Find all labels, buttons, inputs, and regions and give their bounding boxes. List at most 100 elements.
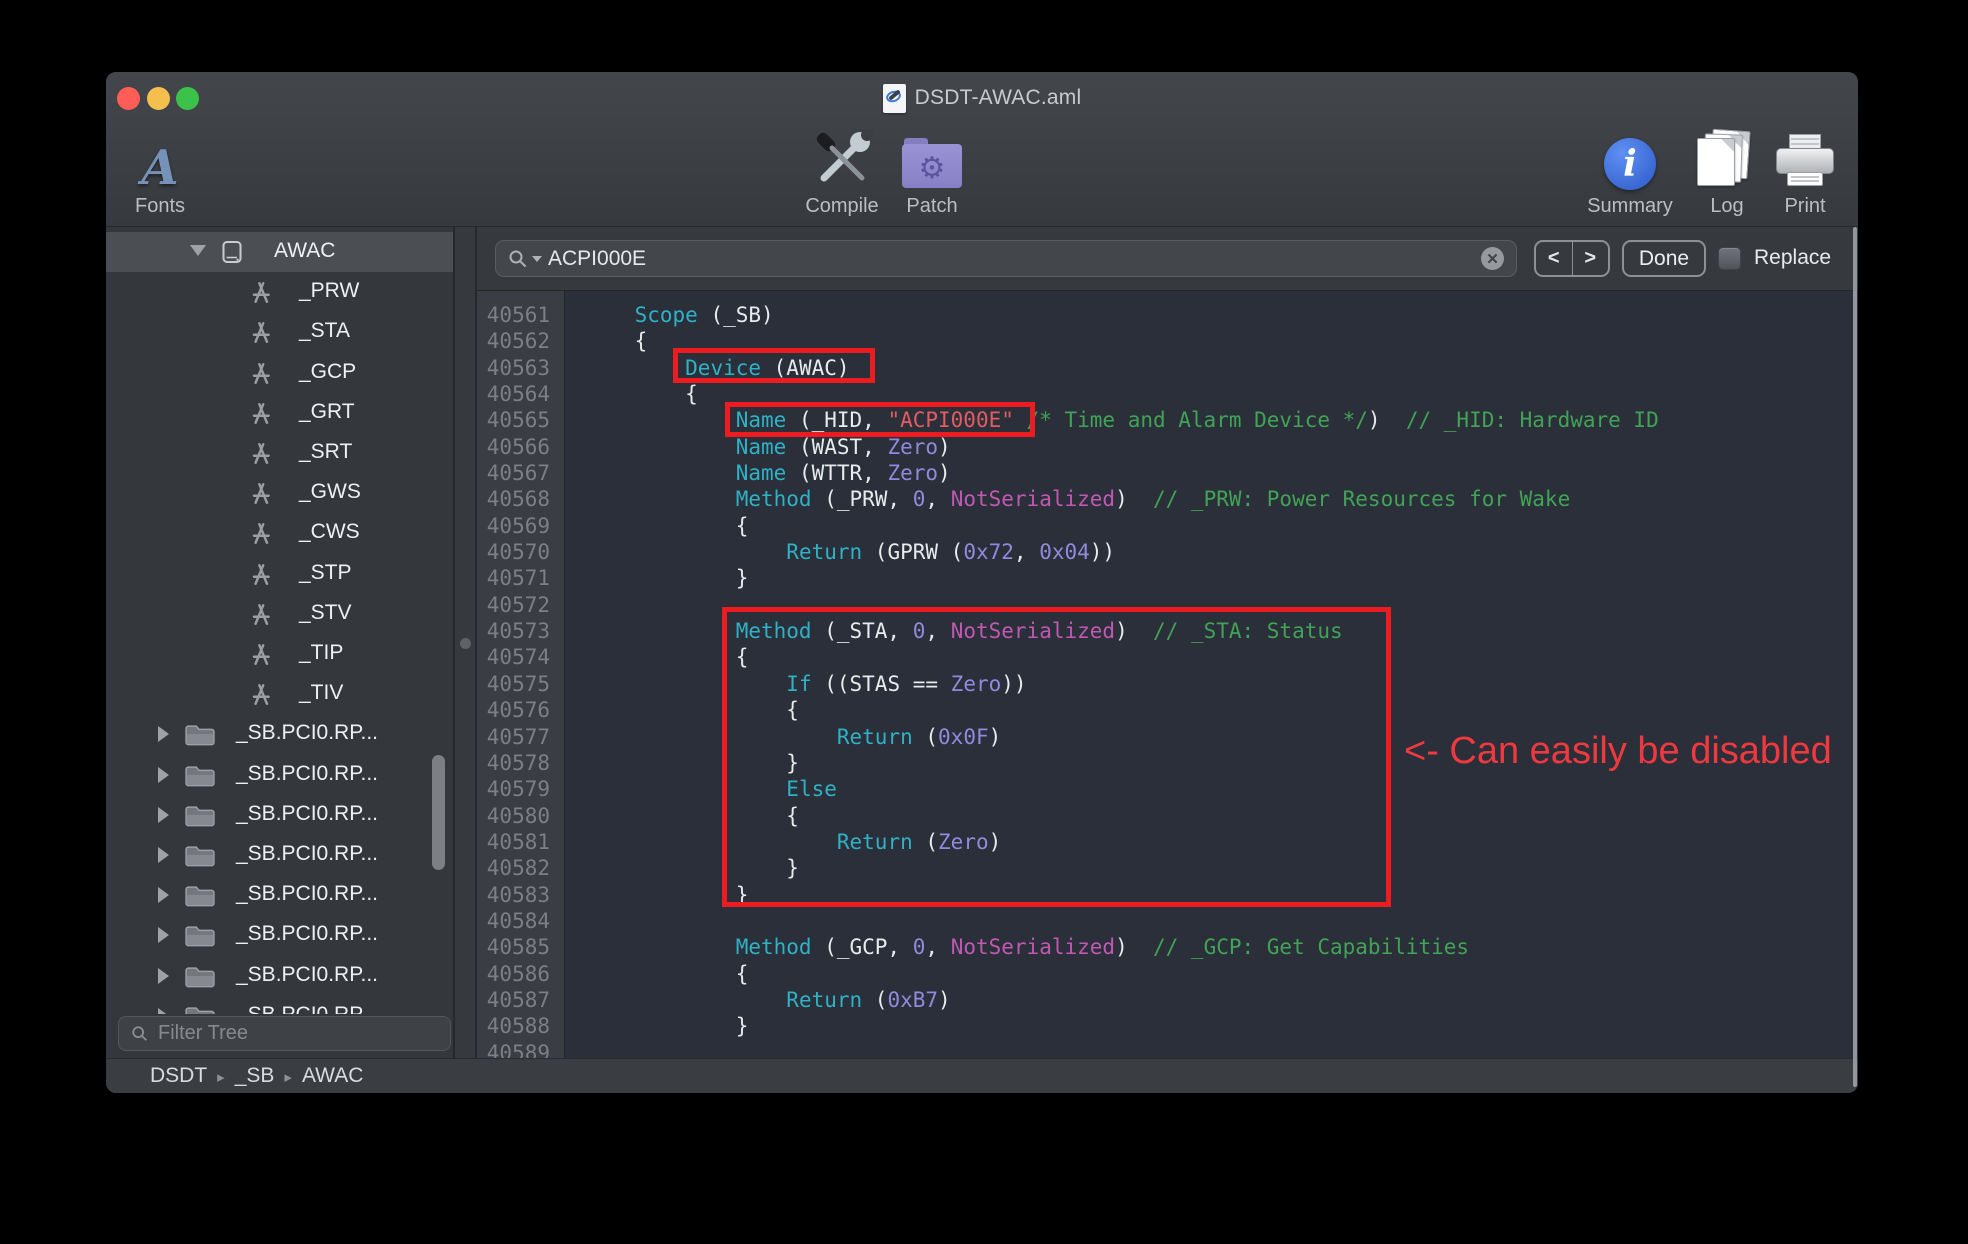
method-icon [248,601,274,632]
find-next-button[interactable]: > [1573,242,1609,275]
replace-checkbox[interactable] [1718,247,1741,270]
code-line: Name (WTTR, Zero) [584,460,1858,486]
method-icon [248,400,274,431]
line-number: 40570 [477,539,550,565]
tree-item-cws[interactable]: _CWS [106,513,453,553]
code-line: { [584,803,1858,829]
tree-item-label: _STP [299,561,352,585]
code-line: { [584,644,1858,670]
summary-button[interactable]: i Summary [1588,124,1672,226]
line-number: 40586 [477,961,550,987]
code-line [584,908,1858,934]
tree-item-grt[interactable]: _GRT [106,393,453,433]
disclosure-triangle-icon[interactable] [158,807,169,823]
disclosure-triangle-icon[interactable] [158,927,169,943]
line-number: 40564 [477,381,550,407]
code-line: Return (GPRW (0x72, 0x04)) [584,539,1858,565]
code-line: Name (WAST, Zero) [584,434,1858,460]
tree-item-sb-pci0-rp[interactable]: _SB.PCI0.RP... [106,996,453,1014]
disclosure-triangle-icon[interactable] [158,887,169,903]
code-line [584,592,1858,618]
tree-item-label: _SB.PCI0.RP... [236,922,378,946]
tree-item-tip[interactable]: _TIP [106,634,453,674]
method-icon [248,561,274,592]
tree-item-sta[interactable]: _STA [106,312,453,352]
tree-item-stv[interactable]: _STV [106,594,453,634]
filter-tree-input[interactable] [158,1022,408,1045]
find-field[interactable]: ✕ [495,240,1517,277]
line-number: 40578 [477,750,550,776]
code-editor[interactable]: 4056140562405634056440565405664056740568… [477,291,1858,1058]
folder-icon [183,1003,217,1014]
line-number: 40567 [477,460,550,486]
disclosure-triangle-icon[interactable] [158,847,169,863]
code-line: } [584,855,1858,881]
editor-scrollbar-thumb[interactable] [1853,227,1857,1087]
method-icon [248,480,274,511]
tree-item-awac[interactable]: AWAC [106,232,453,272]
filter-area [106,1014,453,1058]
breadcrumb-item-awac[interactable]: AWAC [302,1064,363,1088]
tree-item-label: _TIP [299,641,343,665]
done-button[interactable]: Done [1622,240,1706,277]
line-number: 40563 [477,355,550,381]
titlebar: DSDT-AWAC.aml [106,72,1858,124]
line-number: 40581 [477,829,550,855]
tree-item-sb-pci0-rp[interactable]: _SB.PCI0.RP... [106,755,453,795]
breadcrumb-item-sb[interactable]: _SB [235,1064,275,1088]
search-options-chevron-icon[interactable] [532,256,542,262]
method-icon [248,681,274,712]
line-number: 40582 [477,855,550,881]
compile-tools-icon [810,128,874,190]
code-line: } [584,565,1858,591]
tree-item-srt[interactable]: _SRT [106,433,453,473]
tree-item-sb-pci0-rp[interactable]: _SB.PCI0.RP... [106,956,453,996]
splitter-handle-icon[interactable] [460,638,471,649]
tree-item-sb-pci0-rp[interactable]: _SB.PCI0.RP... [106,795,453,835]
tree-item-gcp[interactable]: _GCP [106,353,453,393]
method-icon [248,279,274,310]
fonts-button[interactable]: A Fonts [120,124,200,226]
line-number: 40573 [477,618,550,644]
tree-item-gws[interactable]: _GWS [106,473,453,513]
tree-item-label: _SB.PCI0.RP... [236,721,378,745]
breadcrumb-item-dsdt[interactable]: DSDT [150,1064,207,1088]
editor-pane: ✕ < > Done Replace 405614056240563405644… [477,227,1858,1058]
code-text[interactable]: Scope (_SB) { Device (AWAC) { Name (_HID… [566,291,1858,1058]
tree-item-label: _SB.PCI0.RP... [236,963,378,987]
tree-item-stp[interactable]: _STP [106,554,453,594]
log-button[interactable]: Log [1692,124,1762,226]
tree-item-sb-pci0-rp[interactable]: _SB.PCI0.RP... [106,835,453,875]
symbol-tree: AWAC _PRW _STA_GCP_GRT_SRT_GWS_CWS _STP _STV… [106,227,453,1014]
compile-button[interactable]: Compile [792,124,892,226]
line-number: 40575 [477,671,550,697]
disclosure-triangle-icon[interactable] [190,245,206,256]
breadcrumb-separator-icon: ▸ [217,1066,225,1086]
tree-item-sb-pci0-rp[interactable]: _SB.PCI0.RP... [106,875,453,915]
line-number: 40565 [477,407,550,433]
tree-item-prw[interactable]: _PRW [106,272,453,312]
folder-icon [183,762,217,793]
line-number: 40574 [477,644,550,670]
find-previous-button[interactable]: < [1536,242,1573,275]
tree-item-sb-pci0-rp[interactable]: _SB.PCI0.RP... [106,714,453,754]
find-input[interactable] [548,247,1475,271]
line-number: 40569 [477,513,550,539]
method-icon [248,520,274,551]
disclosure-triangle-icon[interactable] [158,726,169,742]
sidebar-scrollbar-thumb[interactable] [432,755,445,870]
tree-item-sb-pci0-rp[interactable]: _SB.PCI0.RP... [106,915,453,955]
patch-button[interactable]: ⚙ Patch [892,124,972,226]
disclosure-triangle-icon[interactable] [158,968,169,984]
main-area: AWAC _PRW _STA_GCP_GRT_SRT_GWS_CWS _STP _STV… [106,227,1858,1058]
tree-item-tiv[interactable]: _TIV [106,674,453,714]
pane-splitter[interactable] [455,227,477,1058]
annotation-note: <- Can easily be disabled [1404,730,1832,773]
print-button[interactable]: Print [1768,124,1842,226]
line-number: 40584 [477,908,550,934]
clear-search-icon[interactable]: ✕ [1481,247,1504,270]
tree-item-label: _PRW [299,279,359,303]
filter-tree-field[interactable] [118,1016,451,1051]
tree-item-label: _SB.PCI0.RP... [236,842,378,866]
disclosure-triangle-icon[interactable] [158,767,169,783]
